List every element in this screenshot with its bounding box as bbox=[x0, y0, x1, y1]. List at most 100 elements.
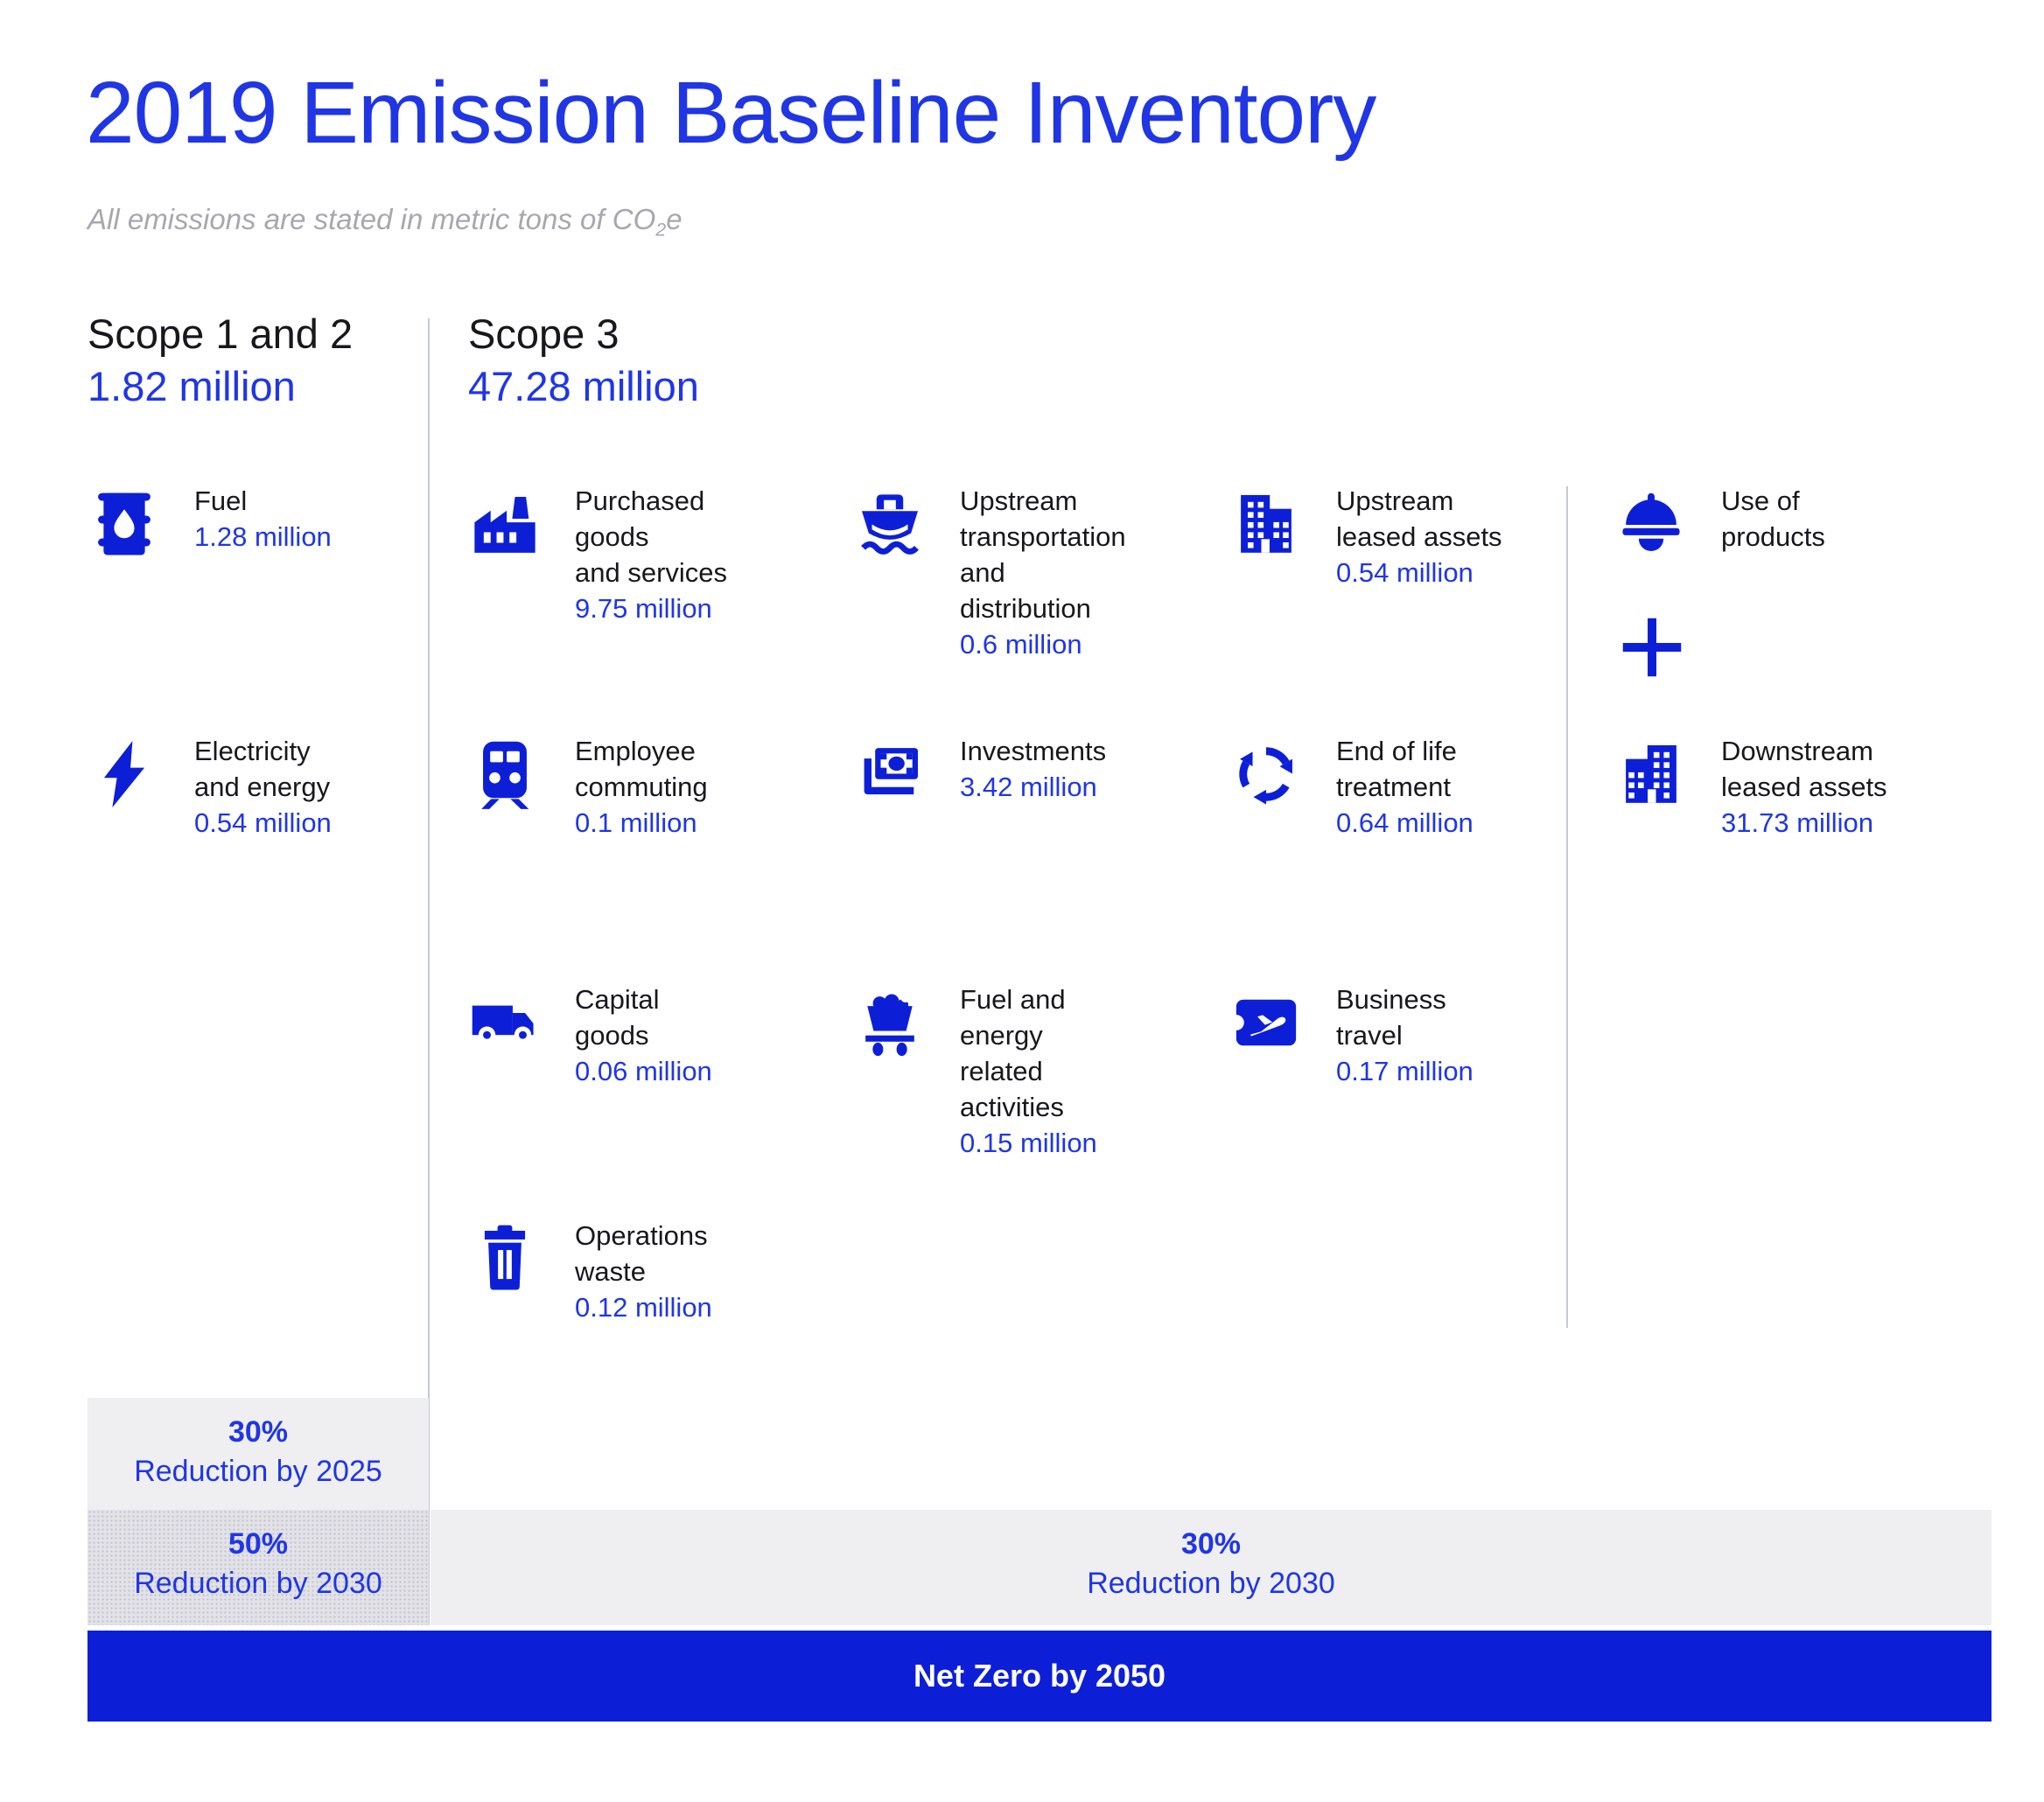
s3-item: Purchasedgoodsand services9.75 million bbox=[468, 483, 820, 626]
s12-item: Electricityand energy0.54 million bbox=[88, 733, 439, 841]
item-text: Fuel1.28 million bbox=[194, 483, 439, 561]
item-value: 0.15 million bbox=[960, 1125, 1205, 1161]
item-label-line: Electricity bbox=[194, 733, 439, 769]
item-text: Use ofproducts bbox=[1721, 483, 1966, 561]
item-text: Downstreamleased assets31.73 million bbox=[1721, 733, 1966, 841]
item-text: End of lifetreatment0.64 million bbox=[1336, 733, 1581, 841]
item-label-line: Upstream bbox=[960, 483, 1205, 519]
target-label: Reduction by 2030 bbox=[430, 1564, 1992, 1603]
scope12-header: Scope 1 and 2 1.82 million bbox=[88, 308, 353, 413]
target-2030-scope3-box: 30% Reduction by 2030 bbox=[430, 1510, 1992, 1625]
use-of-products-divider bbox=[1566, 486, 1568, 1328]
item-label-line: energy bbox=[960, 1017, 1205, 1053]
item-label-line: distribution bbox=[960, 590, 1205, 626]
s3-item: Downstreamleased assets31.73 million bbox=[1614, 733, 1966, 841]
net-zero-label: Net Zero by 2050 bbox=[914, 1658, 1166, 1694]
subtitle-text: All emissions are stated in metric tons … bbox=[88, 203, 655, 235]
scope3-title: Scope 3 bbox=[468, 308, 699, 360]
item-label-line: goods bbox=[575, 519, 820, 555]
s3-item: Businesstravel0.17 million bbox=[1229, 981, 1581, 1089]
buildings-icon bbox=[1229, 487, 1303, 561]
item-value: 3.42 million bbox=[960, 769, 1205, 805]
item-label-line: Purchased bbox=[575, 483, 820, 519]
recycle-icon bbox=[1229, 737, 1303, 811]
item-value: 0.54 million bbox=[1336, 555, 1581, 590]
net-zero-bar: Net Zero by 2050 bbox=[88, 1631, 1992, 1722]
item-label-line: Operations bbox=[575, 1218, 820, 1254]
item-label-line: Fuel bbox=[194, 483, 439, 519]
s12-item: Fuel1.28 million bbox=[88, 483, 439, 561]
item-text: Businesstravel0.17 million bbox=[1336, 981, 1581, 1089]
scope3-header: Scope 3 47.28 million bbox=[468, 308, 699, 413]
buildings-flipped-icon bbox=[1614, 737, 1688, 811]
item-value: 0.06 million bbox=[575, 1053, 820, 1089]
page-title: 2019 Emission Baseline Inventory bbox=[86, 63, 1376, 164]
banknotes-icon bbox=[853, 737, 927, 811]
item-label-line: leased assets bbox=[1721, 769, 1966, 805]
item-text: Upstreamtransportationanddistribution0.6… bbox=[960, 483, 1205, 662]
item-text: Electricityand energy0.54 million bbox=[194, 733, 439, 841]
item-label-line: transportation bbox=[960, 519, 1205, 555]
item-label-line: Downstream bbox=[1721, 733, 1966, 769]
target-2025-scope12-box: 30% Reduction by 2025 bbox=[88, 1398, 429, 1510]
train-icon bbox=[468, 737, 542, 811]
target-percentage: 30% bbox=[88, 1413, 429, 1452]
plus-icon bbox=[1619, 614, 1685, 681]
target-label: Reduction by 2030 bbox=[88, 1564, 429, 1603]
item-value: 0.12 million bbox=[575, 1289, 820, 1325]
item-text: Purchasedgoodsand services9.75 million bbox=[575, 483, 820, 626]
item-text: Operationswaste0.12 million bbox=[575, 1218, 820, 1325]
item-label-line: products bbox=[1721, 519, 1966, 555]
item-text: Employeecommuting0.1 million bbox=[575, 733, 820, 841]
target-2030-scope12-box: 50% Reduction by 2030 bbox=[88, 1510, 429, 1625]
item-label-line: Upstream bbox=[1336, 483, 1581, 519]
s3-item: Fuel andenergyrelatedactivities0.15 mill… bbox=[853, 981, 1205, 1161]
item-value: 0.64 million bbox=[1336, 805, 1581, 841]
item-value: 9.75 million bbox=[575, 590, 820, 626]
item-label-line: treatment bbox=[1336, 769, 1581, 805]
item-text: Fuel andenergyrelatedactivities0.15 mill… bbox=[960, 981, 1205, 1161]
item-text: Investments3.42 million bbox=[960, 733, 1205, 811]
item-value: 1.28 million bbox=[194, 519, 439, 555]
target-label: Reduction by 2025 bbox=[88, 1452, 429, 1491]
item-label-line: Fuel and bbox=[960, 981, 1205, 1017]
item-value: 31.73 million bbox=[1721, 805, 1966, 841]
emission-inventory-infographic: 2019 Emission Baseline Inventory All emi… bbox=[0, 0, 2044, 1802]
item-label-line: and bbox=[960, 555, 1205, 590]
item-label-line: Capital bbox=[575, 981, 820, 1017]
item-label-line: travel bbox=[1336, 1017, 1581, 1053]
item-value: 0.1 million bbox=[575, 805, 820, 841]
item-label-line: and energy bbox=[194, 769, 439, 805]
item-label-line: Use of bbox=[1721, 483, 1966, 519]
trash-icon bbox=[468, 1222, 542, 1296]
item-text: Upstreamleased assets0.54 million bbox=[1336, 483, 1581, 590]
s3-item: End of lifetreatment0.64 million bbox=[1229, 733, 1581, 841]
subtitle-subscript: 2 bbox=[655, 220, 666, 241]
factory-icon bbox=[468, 487, 542, 561]
s3-item: Employeecommuting0.1 million bbox=[468, 733, 820, 841]
truck-icon bbox=[468, 986, 542, 1059]
minecart-icon bbox=[853, 986, 927, 1059]
scope12-total: 1.82 million bbox=[88, 360, 353, 413]
item-value: 0.6 million bbox=[960, 626, 1205, 662]
item-value: 0.17 million bbox=[1336, 1053, 1581, 1089]
plane-ticket-icon bbox=[1229, 986, 1303, 1059]
item-label-line: Business bbox=[1336, 981, 1581, 1017]
scope12-title: Scope 1 and 2 bbox=[88, 308, 353, 360]
s3-item: Investments3.42 million bbox=[853, 733, 1205, 811]
s3-item: Capitalgoods0.06 million bbox=[468, 981, 820, 1089]
lightning-icon bbox=[88, 737, 161, 811]
item-text: Capitalgoods0.06 million bbox=[575, 981, 820, 1089]
item-label-line: related bbox=[960, 1053, 1205, 1089]
lamp-icon bbox=[1614, 487, 1688, 561]
ship-icon bbox=[853, 487, 927, 561]
item-value: 0.54 million bbox=[194, 805, 439, 841]
target-percentage: 30% bbox=[430, 1525, 1992, 1564]
item-label-line: waste bbox=[575, 1254, 820, 1289]
item-label-line: End of life bbox=[1336, 733, 1581, 769]
target-percentage: 50% bbox=[88, 1525, 429, 1564]
page-subtitle: All emissions are stated in metric tons … bbox=[88, 203, 682, 241]
item-label-line: Investments bbox=[960, 733, 1205, 769]
s3-item: Upstreamtransportationanddistribution0.6… bbox=[853, 483, 1205, 662]
item-label-line: goods bbox=[575, 1017, 820, 1053]
